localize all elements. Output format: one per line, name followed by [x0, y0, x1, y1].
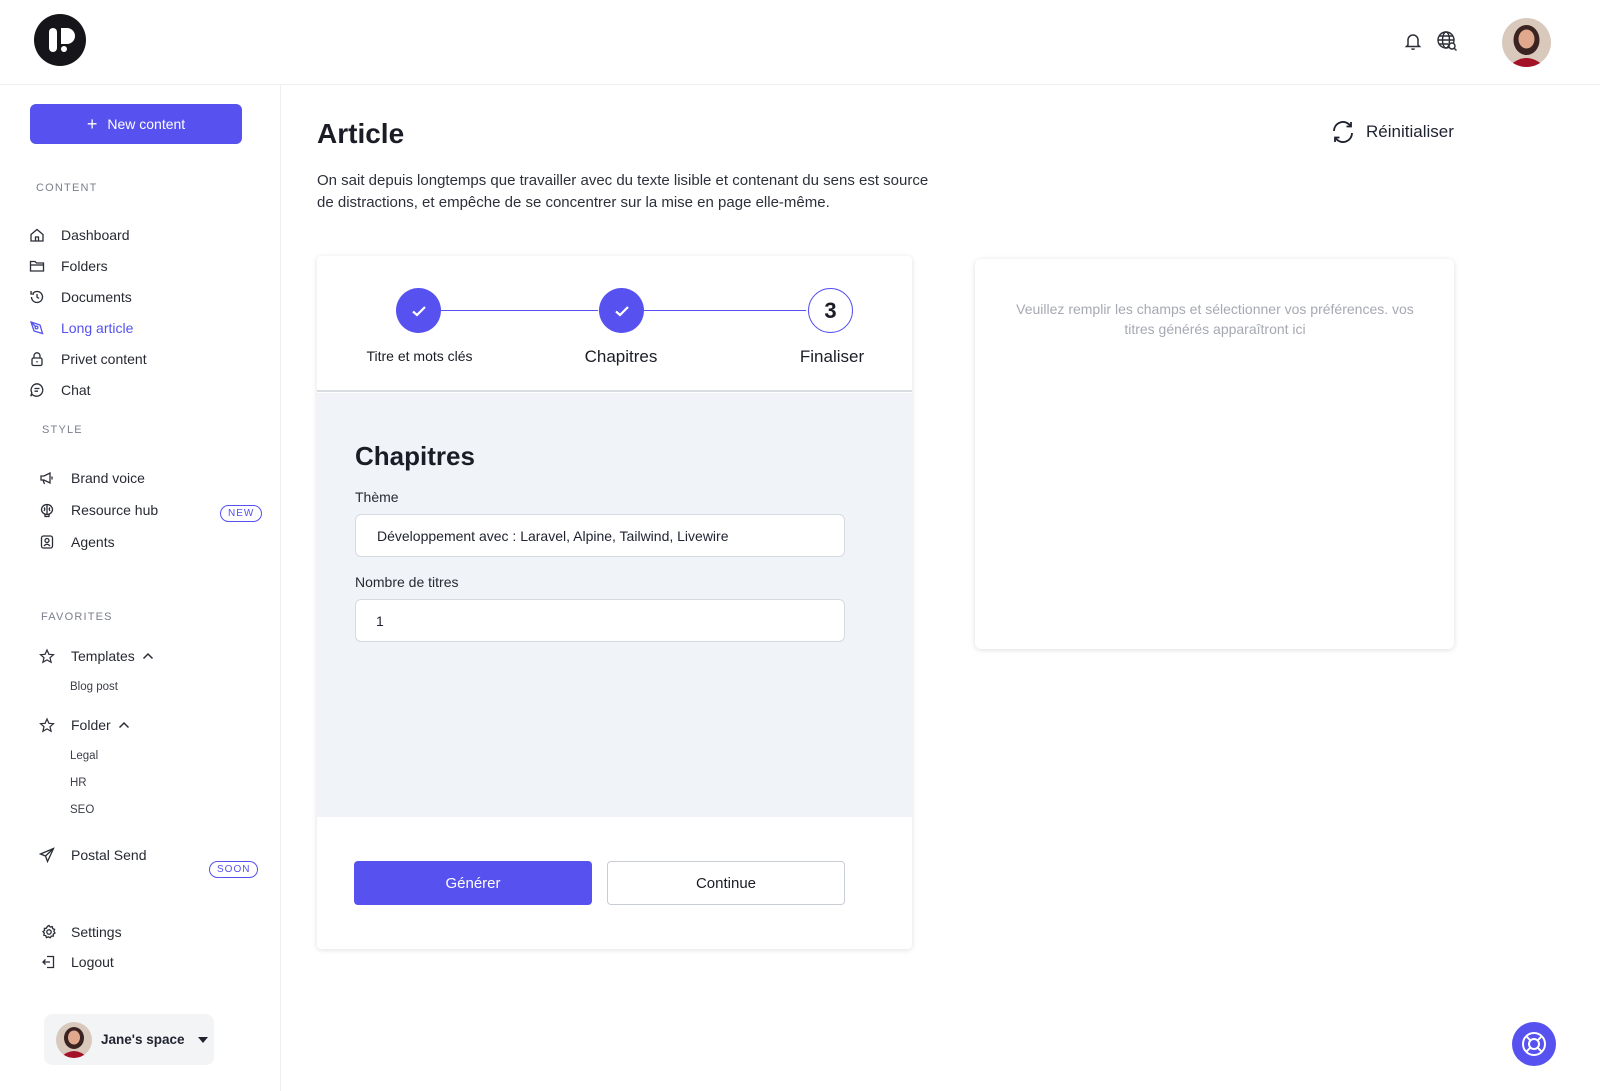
sidebar-item-logout[interactable]: Logout [41, 954, 114, 970]
pen-icon [29, 320, 45, 336]
workspace-label: Jane's space [101, 1032, 185, 1047]
sidebar-item-brand-voice[interactable]: Brand voice [39, 470, 145, 486]
bell-icon[interactable] [1402, 30, 1424, 52]
plus-icon: + [86, 114, 98, 134]
sidebar-item-postal-send[interactable]: Postal Send [39, 847, 147, 863]
reset-button[interactable]: Réinitialiser [1330, 120, 1454, 144]
theme-label: Thème [355, 489, 399, 505]
workspace-switcher[interactable]: Jane's space [44, 1014, 214, 1065]
section-label-content: CONTENT [36, 182, 98, 194]
step-2-label: Chapitres [584, 347, 658, 366]
sidebar-item-privet-content[interactable]: Privet content [29, 351, 147, 367]
theme-input[interactable] [355, 514, 845, 557]
stepper: 3 Titre et mots clés Chapitres Finaliser [317, 256, 912, 392]
form-area: Chapitres Thème Nombre de titres [317, 393, 912, 817]
step-2-check[interactable] [599, 288, 644, 333]
history-icon [29, 289, 45, 305]
logo-icon[interactable] [34, 14, 86, 66]
step-3-number[interactable]: 3 [808, 288, 853, 333]
title-count-label: Nombre de titres [355, 574, 459, 590]
caret-down-icon [197, 1036, 208, 1043]
section-label-style: STYLE [42, 424, 83, 436]
chat-icon [29, 382, 45, 398]
favorite-sub-seo[interactable]: SEO [70, 804, 94, 816]
chevron-up-icon [142, 652, 154, 660]
user-avatar[interactable] [1502, 18, 1551, 67]
sidebar-item-chat[interactable]: Chat [29, 382, 91, 398]
help-button[interactable] [1512, 1022, 1556, 1066]
favorite-templates[interactable]: Templates [39, 648, 154, 664]
sidebar-item-settings[interactable]: Settings [41, 924, 122, 940]
soon-badge: SOON [209, 861, 259, 878]
step-3-label: Finaliser [799, 347, 865, 366]
sidebar-item-documents[interactable]: Documents [29, 289, 132, 305]
refresh-icon [1330, 120, 1356, 144]
continue-button[interactable]: Continue [607, 861, 845, 905]
generate-button[interactable]: Générer [354, 861, 592, 905]
sidebar-item-dashboard[interactable]: Dashboard [29, 227, 130, 243]
favorite-sub-blog-post[interactable]: Blog post [70, 681, 118, 693]
folder-icon [29, 258, 45, 274]
preview-panel: Veuillez remplir les champs et sélection… [975, 259, 1454, 649]
star-icon [39, 648, 55, 664]
section-label-favorites: FAVORITES [41, 611, 113, 623]
agent-icon [39, 534, 55, 550]
title-count-input[interactable] [355, 599, 845, 642]
step-1-check[interactable] [396, 288, 441, 333]
favorite-folder[interactable]: Folder [39, 717, 130, 733]
form-title: Chapitres [355, 441, 475, 471]
send-icon [39, 847, 55, 863]
page-title: Article [317, 118, 405, 149]
sidebar-item-folders[interactable]: Folders [29, 258, 108, 274]
new-content-button[interactable]: + New content [30, 104, 242, 144]
logout-icon [41, 954, 57, 970]
chevron-up-icon [118, 721, 130, 729]
top-bar [0, 0, 1600, 85]
preview-placeholder: Veuillez remplir les champs et sélection… [1016, 301, 1414, 337]
article-wizard-card: 3 Titre et mots clés Chapitres Finaliser… [317, 256, 912, 949]
sidebar-item-agents[interactable]: Agents [39, 534, 115, 550]
step-1-label: Titre et mots clés [366, 348, 473, 364]
favorite-sub-legal[interactable]: Legal [70, 750, 98, 762]
workspace-avatar [56, 1021, 92, 1058]
gear-icon [41, 924, 57, 940]
globe-search-icon[interactable] [1436, 30, 1458, 52]
sidebar-item-resource-hub[interactable]: Resource hub [39, 502, 158, 518]
brain-icon [39, 502, 55, 518]
star-icon [39, 717, 55, 733]
new-badge: NEW [220, 505, 263, 522]
megaphone-icon [39, 470, 55, 486]
sidebar-item-long-article[interactable]: Long article [29, 320, 133, 336]
page-description: On sait depuis longtemps que travailler … [317, 172, 929, 211]
lock-icon [29, 351, 45, 367]
lifebuoy-icon [1520, 1030, 1548, 1058]
favorite-sub-hr[interactable]: HR [70, 777, 87, 789]
home-icon [29, 227, 45, 243]
sidebar: + New content CONTENT Dashboard Folders … [0, 85, 281, 1091]
step-connector [438, 310, 598, 311]
step-connector [643, 310, 806, 311]
